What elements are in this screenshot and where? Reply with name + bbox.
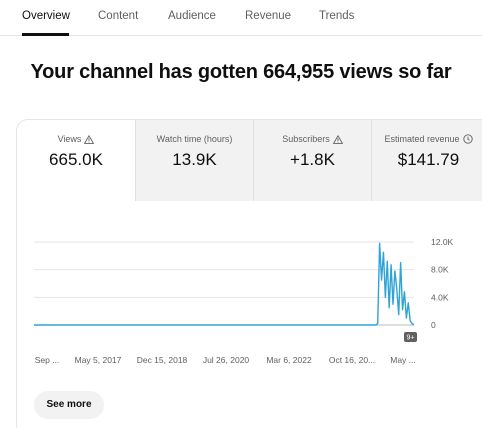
metric-tab-estimated-revenue[interactable]: Estimated revenue $141.79 <box>371 120 482 201</box>
views-series-line <box>34 242 415 326</box>
metric-value-estimated-revenue: $141.79 <box>397 150 460 169</box>
metric-value-views: 665.0K <box>49 150 103 169</box>
metric-label-subscribers: Subscribers <box>254 134 371 144</box>
x-tick-label: Oct 16, 20... <box>329 355 375 365</box>
metric-value-subscribers: +1.8K <box>290 150 335 169</box>
x-tick-label: Mar 6, 2022 <box>266 355 312 365</box>
see-more-button[interactable]: See more <box>34 391 104 419</box>
annotation-marker-label: 9+ <box>407 335 415 342</box>
y-tick-label: 4.0K <box>431 292 449 302</box>
metric-label-watch-time: Watch time (hours) <box>156 134 233 144</box>
metric-tab-watch-time[interactable]: Watch time (hours) 13.9K <box>135 120 253 201</box>
tab-revenue[interactable]: Revenue <box>245 10 291 22</box>
metric-value-watch-time: 13.9K <box>172 150 217 169</box>
tab-trends[interactable]: Trends <box>319 10 354 22</box>
y-tick-label: 0 <box>431 320 436 330</box>
metric-label-views: Views <box>17 134 135 144</box>
x-tick-label: Jul 26, 2020 <box>203 355 250 365</box>
tab-audience[interactable]: Audience <box>168 10 216 22</box>
warning-icon <box>84 134 95 144</box>
views-line-chart: 12.0K 8.0K 4.0K 0 Sep ... May 5, 2017 Dec 15, … <box>34 237 454 365</box>
x-tick-label: May ... <box>390 355 416 365</box>
page-title: Your channel has gotten 664,955 views so… <box>30 61 452 83</box>
x-tick-label: May 5, 2017 <box>75 355 122 365</box>
metric-tab-views[interactable]: Views 665.0K <box>17 120 135 201</box>
y-tick-label: 8.0K <box>431 265 449 275</box>
metric-label-estimated-revenue: Estimated revenue <box>364 134 482 144</box>
metric-tab-subscribers[interactable]: Subscribers +1.8K <box>253 120 371 201</box>
tab-bar: Overview Content Audience Revenue Trends <box>0 0 482 36</box>
clock-icon <box>462 134 473 144</box>
warning-icon <box>332 134 343 144</box>
y-tick-label: 12.0K <box>431 237 454 247</box>
tab-overview[interactable]: Overview <box>22 10 70 22</box>
tab-content[interactable]: Content <box>98 10 138 22</box>
x-tick-label: Dec 15, 2018 <box>137 355 188 365</box>
x-tick-label: Sep ... <box>35 355 60 365</box>
active-tab-indicator <box>22 33 69 36</box>
